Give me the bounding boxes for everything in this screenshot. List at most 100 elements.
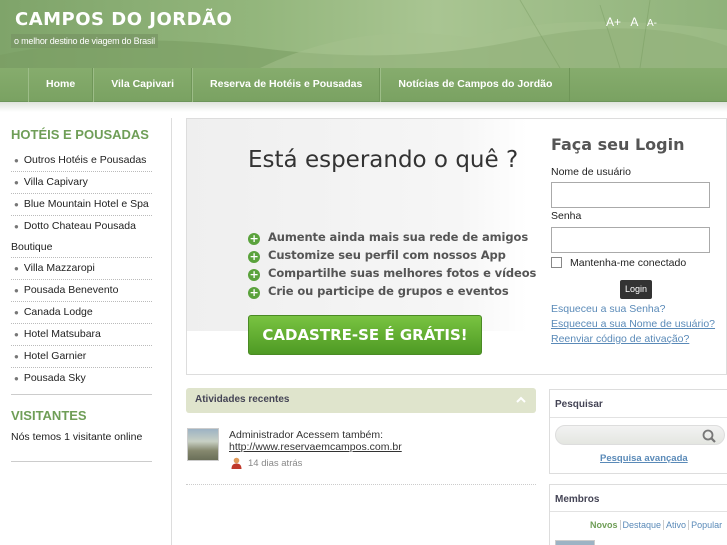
hotel-link[interactable]: Canada Lodge (24, 306, 93, 318)
list-item[interactable]: ● Outros Hotéis e Pousadas (11, 150, 152, 171)
hotel-link[interactable]: Outros Hotéis e Pousadas (24, 154, 147, 166)
nav-item-noticias[interactable]: Notícias de Campos do Jordão (380, 68, 571, 102)
activities-title: Atividades recentes (195, 394, 290, 405)
bullet-icon: ● (14, 352, 19, 361)
forgot-password-link[interactable]: Esqueceu a sua Senha? (551, 303, 665, 315)
feature-text: Compartilhe suas melhores fotos e vídeos (268, 266, 537, 280)
feature-item: + Aumente ainda mais sua rede de amigos (248, 228, 536, 246)
remember-me-checkbox[interactable] (551, 257, 562, 268)
list-item[interactable]: ● Dotto Chateau Pousada Boutique (11, 215, 152, 257)
divider (11, 461, 152, 462)
site-header: CAMPOS DO JORDÃO o melhor destino de via… (0, 0, 727, 68)
forgot-username-link[interactable]: Esqueceu a sua Nome de usuário? (551, 318, 715, 330)
feature-text: Crie ou participe de grupos e eventos (268, 284, 509, 298)
font-size-controls: A+ A A- (600, 15, 657, 29)
login-button[interactable]: Login (620, 280, 652, 299)
nav-item-home[interactable]: Home (28, 68, 94, 102)
tab-ativo[interactable]: Ativo (663, 520, 689, 530)
remember-me-label: Mantenha-me conectado (570, 257, 687, 269)
list-item[interactable]: ● Villa Mazzaropi (11, 257, 152, 279)
member-tabs: Novos Destaque Ativo Popular (588, 520, 725, 530)
members-title: Membros (555, 494, 600, 505)
username-label: Nome de usuário (551, 166, 631, 178)
bullet-icon: ● (14, 200, 19, 209)
username-input[interactable] (551, 182, 710, 208)
visitors-heading: VISITANTES (11, 408, 87, 423)
search-box: Pesquisar Pesquisa avançada (549, 389, 727, 474)
sidebar: HOTÉIS E POUSADAS ● Outros Hotéis e Pousa… (0, 118, 172, 545)
password-label: Senha (551, 210, 582, 222)
tab-novos[interactable]: Novos (588, 520, 620, 530)
list-item[interactable]: ● Pousada Sky (11, 367, 152, 389)
hotel-link[interactable]: Pousada Sky (24, 372, 86, 384)
bullet-icon: ● (14, 330, 19, 339)
tab-popular[interactable]: Popular (688, 520, 725, 530)
bullet-icon: ● (14, 178, 19, 187)
hotel-link-continued[interactable]: Boutique (11, 237, 152, 257)
resend-activation-link[interactable]: Reenviar código de ativação? (551, 333, 689, 345)
hotel-link[interactable]: Pousada Benevento (24, 284, 119, 296)
font-increase-button[interactable]: A+ (606, 15, 621, 29)
plus-icon: + (248, 286, 260, 299)
members-box: Membros Novos Destaque Ativo Popular (549, 484, 727, 545)
font-reset-button[interactable]: A (630, 15, 637, 29)
feature-text: Aumente ainda mais sua rede de amigos (268, 230, 529, 244)
divider (550, 511, 727, 512)
avatar[interactable] (187, 428, 219, 461)
search-icon[interactable] (699, 428, 721, 444)
password-input[interactable] (551, 227, 710, 253)
chevron-up-icon[interactable] (514, 393, 528, 407)
bullet-icon: ● (14, 308, 19, 317)
hotel-link[interactable]: Dotto Chateau Pousada (24, 220, 136, 232)
font-decrease-button[interactable]: A- (647, 18, 657, 29)
plus-icon: + (248, 250, 260, 263)
bullet-icon: ● (14, 222, 19, 231)
feature-list: + Aumente ainda mais sua rede de amigos +… (248, 228, 536, 300)
list-item[interactable]: ● Hotel Garnier (11, 345, 152, 367)
hotel-link[interactable]: Villa Mazzaropi (24, 262, 95, 274)
bullet-icon: ● (14, 264, 19, 273)
list-item[interactable]: ● Villa Capivary (11, 171, 152, 193)
hotel-link[interactable]: Hotel Matsubara (24, 328, 101, 340)
list-item[interactable]: ● Blue Mountain Hotel e Spa (11, 193, 152, 215)
activities-header: Atividades recentes (186, 388, 536, 413)
site-title[interactable]: CAMPOS DO JORDÃO (15, 9, 232, 30)
advanced-search-link[interactable]: Pesquisa avançada (600, 453, 688, 464)
promo-title: Está esperando o quê ? (248, 147, 519, 173)
login-title: Faça seu Login (551, 135, 685, 154)
nav-shadow (0, 102, 727, 112)
search-input[interactable] (555, 425, 725, 445)
visitors-text: Nós temos 1 visitante online (11, 431, 143, 443)
divider (550, 417, 727, 418)
hotel-link[interactable]: Hotel Garnier (24, 350, 86, 362)
feature-item: + Crie ou participe de grupos e eventos (248, 282, 536, 300)
bullet-icon: ● (14, 374, 19, 383)
activity-link[interactable]: http://www.reservaemcampos.com.br (229, 441, 402, 453)
user-icon (231, 457, 242, 469)
activity-text: Administrador Acessem também: http://www… (229, 429, 402, 453)
feature-item: + Customize seu perfil com nossos App (248, 246, 536, 264)
activity-timestamp: 14 dias atrás (248, 458, 303, 469)
signup-button[interactable]: CADASTRE-SE É GRÁTIS! (248, 315, 482, 355)
main-nav: Home Vila Capivari Reserva de Hotéis e P… (0, 68, 727, 102)
list-item[interactable]: ● Hotel Matsubara (11, 323, 152, 345)
plus-icon: + (248, 232, 260, 245)
hotel-link[interactable]: Blue Mountain Hotel e Spa (24, 198, 149, 210)
nav-item-reserva[interactable]: Reserva de Hotéis e Pousadas (192, 68, 381, 102)
list-item[interactable]: ● Canada Lodge (11, 301, 152, 323)
hotels-heading: HOTÉIS E POUSADAS (11, 127, 149, 142)
search-title: Pesquisar (555, 399, 603, 410)
list-item[interactable]: ● Pousada Benevento (11, 279, 152, 301)
plus-icon: + (248, 268, 260, 281)
feature-item: + Compartilhe suas melhores fotos e vídeo… (248, 264, 536, 282)
activity-message: Administrador Acessem também: (229, 429, 384, 441)
site-tagline: o melhor destino de viagem do Brasil (11, 34, 158, 48)
feature-text: Customize seu perfil com nossos App (268, 248, 506, 262)
tab-destaque[interactable]: Destaque (619, 520, 664, 530)
avatar[interactable] (555, 540, 595, 545)
divider (11, 394, 152, 395)
bullet-icon: ● (14, 156, 19, 165)
bullet-icon: ● (14, 286, 19, 295)
hotel-link[interactable]: Villa Capivary (24, 176, 88, 188)
nav-item-vila-capivari[interactable]: Vila Capivari (93, 68, 193, 102)
